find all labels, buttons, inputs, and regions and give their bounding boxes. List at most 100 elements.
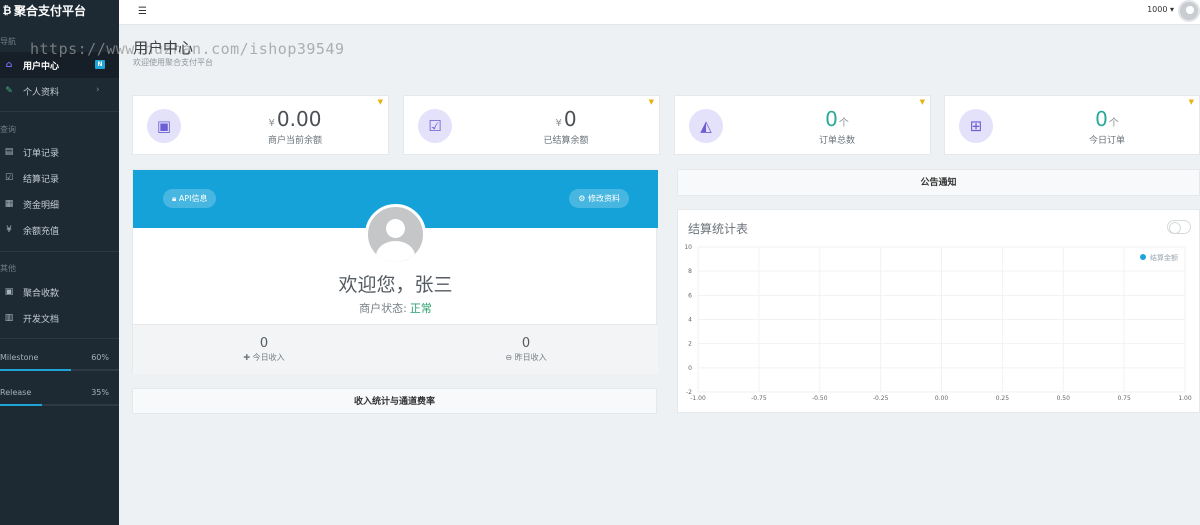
- qrcode-icon: ▣: [4, 287, 14, 297]
- welcome-text: 欢迎您，张三: [338, 274, 453, 296]
- x-tick-label: -0.50: [812, 395, 828, 402]
- bitcoin-icon: ₿: [2, 3, 12, 17]
- brand[interactable]: ₿ 聚合支付平台: [0, 0, 119, 20]
- sidebar-item-label: 资金明细: [23, 200, 60, 211]
- progress-label: Release: [0, 388, 32, 397]
- section-title-nav: 导航: [0, 37, 16, 46]
- avatar[interactable]: [1178, 0, 1200, 22]
- x-tick-label: -0.25: [873, 395, 889, 402]
- sidebar-item-aggregate[interactable]: ▣ 聚合收款: [0, 279, 119, 305]
- income-summary: 0 ✚ 今日收入 0 ⊖ 昨日收入: [133, 324, 658, 374]
- minus-circle-icon: ⊖: [505, 353, 515, 362]
- divider: [0, 251, 119, 252]
- check-square-icon: ☑: [418, 109, 452, 143]
- sidebar-item-settlements[interactable]: ☑ 结算记录: [0, 165, 119, 191]
- caret-down-icon[interactable]: ▼: [378, 98, 383, 106]
- divider: [0, 111, 119, 112]
- y-tick-label: 0: [688, 365, 692, 372]
- progress-percent: 60%: [91, 353, 109, 362]
- sidebar-item-profile[interactable]: ✎ 个人资料 ›: [0, 78, 119, 104]
- x-tick-label: 0.00: [935, 395, 949, 402]
- area-chart-icon: ◭: [689, 109, 723, 143]
- stat-card-balance: ▣ ¥0.00 商户当前余额 ▼: [132, 95, 389, 155]
- sidebar-item-funds[interactable]: ▦ 资金明细: [0, 191, 119, 217]
- legend-marker: [1140, 254, 1146, 260]
- sidebar-item-recharge[interactable]: ¥ 余额充值: [0, 217, 119, 243]
- page-title: 用户中心: [133, 39, 194, 57]
- merchant-status: 商户状态: 正常: [359, 302, 432, 315]
- today-income: 0 ✚ 今日收入: [133, 336, 395, 363]
- cart-icon: ⊞: [959, 109, 993, 143]
- new-badge: N: [95, 60, 105, 69]
- settlement-chart: 1086420-2-1.00 -0.75 -0.50 -0.25 0.00 0.25 0.5…: [684, 244, 1192, 402]
- sidebar-item-orders[interactable]: ▤ 订单记录: [0, 139, 119, 165]
- income-panel-title[interactable]: 收入统计与通道费率: [132, 388, 657, 414]
- stat-card-settled: ☑ ¥0 已结算余额 ▼: [403, 95, 660, 155]
- yesterday-income-value: 0: [521, 336, 531, 351]
- stat-label: 订单总数: [818, 136, 855, 146]
- y-tick-label: 10: [684, 244, 692, 251]
- stat-value: 0个: [1095, 107, 1119, 131]
- leaf-icon: ✎: [5, 86, 13, 96]
- stat-value: 0个: [825, 107, 849, 131]
- progress-milestone: Milestone 60%: [0, 353, 119, 362]
- legend-label: 结算金额: [1150, 253, 1178, 262]
- x-tick-label: -0.75: [751, 395, 767, 402]
- today-income-label: 今日收入: [252, 353, 285, 362]
- y-tick-label: 2: [688, 341, 692, 348]
- home-icon: ⌂: [5, 60, 13, 70]
- sidebar-item-label: 订单记录: [23, 148, 60, 159]
- x-tick-label: 0.25: [996, 395, 1010, 402]
- status-badge: 正常: [409, 302, 432, 315]
- sidebar-item-user-center[interactable]: ⌂ 用户中心 N: [0, 52, 119, 78]
- sidebar-item-label: 聚合收款: [23, 288, 60, 299]
- brand-title: 聚合支付平台: [14, 3, 87, 18]
- sidebar-item-label: 个人资料: [23, 87, 60, 98]
- plus-icon: ✚: [243, 353, 253, 362]
- stat-card-total-orders: ◭ 0个 订单总数 ▼: [674, 95, 931, 155]
- user-dropdown[interactable]: 1000 ▾: [1147, 5, 1174, 14]
- section-title-other: 其他: [0, 264, 16, 273]
- yesterday-income: 0 ⊖ 昨日收入: [395, 336, 657, 363]
- x-tick-label: 0.50: [1057, 395, 1071, 402]
- check-square-icon: ☑: [4, 173, 14, 183]
- avatar: [365, 204, 426, 265]
- menu-icon[interactable]: ☰: [138, 6, 147, 17]
- divider: [0, 338, 119, 339]
- settlement-chart-panel: 结算统计表 10 8 6 4 2 0 -2 -1.00 -0.75 -0.50 -0.25 0.00 0…: [677, 209, 1200, 413]
- sidebar-item-docs[interactable]: ▥ 开发文档: [0, 305, 119, 331]
- progress-fill: [0, 369, 72, 371]
- page-subtitle: 欢迎使用聚合支付平台: [133, 58, 213, 67]
- gear-icon: ⚙: [578, 194, 588, 203]
- sidebar-item-label: 开发文档: [23, 314, 60, 325]
- list-icon: ▤: [4, 147, 14, 157]
- x-tick-label: 0.75: [1117, 395, 1131, 402]
- caret-down-icon[interactable]: ▼: [920, 98, 925, 106]
- sidebar-item-label: 结算记录: [23, 174, 60, 185]
- stat-label: 已结算余额: [543, 136, 589, 146]
- top-bar: ☰ 1000 ▾: [119, 0, 1200, 25]
- calendar-icon: ▦: [4, 199, 14, 209]
- edit-profile-button[interactable]: ⚙ 修改资料: [569, 189, 629, 208]
- stat-card-today-orders: ⊞ 0个 今日订单 ▼: [944, 95, 1200, 155]
- stat-value: ¥0: [555, 107, 577, 131]
- api-info-button[interactable]: 🔒︎ API信息: [163, 189, 217, 208]
- yesterday-income-label: 昨日收入: [514, 353, 547, 362]
- stat-label: 商户当前余额: [267, 136, 322, 146]
- y-tick-label: 6: [688, 292, 692, 299]
- progress-bar-milestone: [0, 369, 119, 371]
- y-tick-label: 4: [688, 317, 692, 324]
- today-income-value: 0: [259, 336, 269, 351]
- caret-down-icon[interactable]: ▼: [1189, 98, 1194, 106]
- progress-label: Milestone: [0, 353, 39, 362]
- sidebar-item-label: 余额充值: [23, 226, 60, 237]
- progress-bar-release: [0, 404, 119, 406]
- lock-icon: 🔒︎: [172, 194, 179, 203]
- notice-panel-title[interactable]: 公告通知: [677, 169, 1200, 196]
- sidebar: ₿ 聚合支付平台 导航 ⌂ 用户中心 N ✎ 个人资料 › 查询 ▤ 订单记录 …: [0, 0, 119, 525]
- chevron-right-icon: ›: [96, 85, 100, 95]
- caret-down-icon[interactable]: ▼: [649, 98, 654, 106]
- profile-panel: 🔒︎ API信息 ⚙ 修改资料 欢迎您，张三 商户状态: 正常 0 ✚ 今日收入 …: [132, 169, 658, 374]
- section-title-query: 查询: [0, 125, 16, 134]
- y-tick-label: 8: [688, 268, 692, 275]
